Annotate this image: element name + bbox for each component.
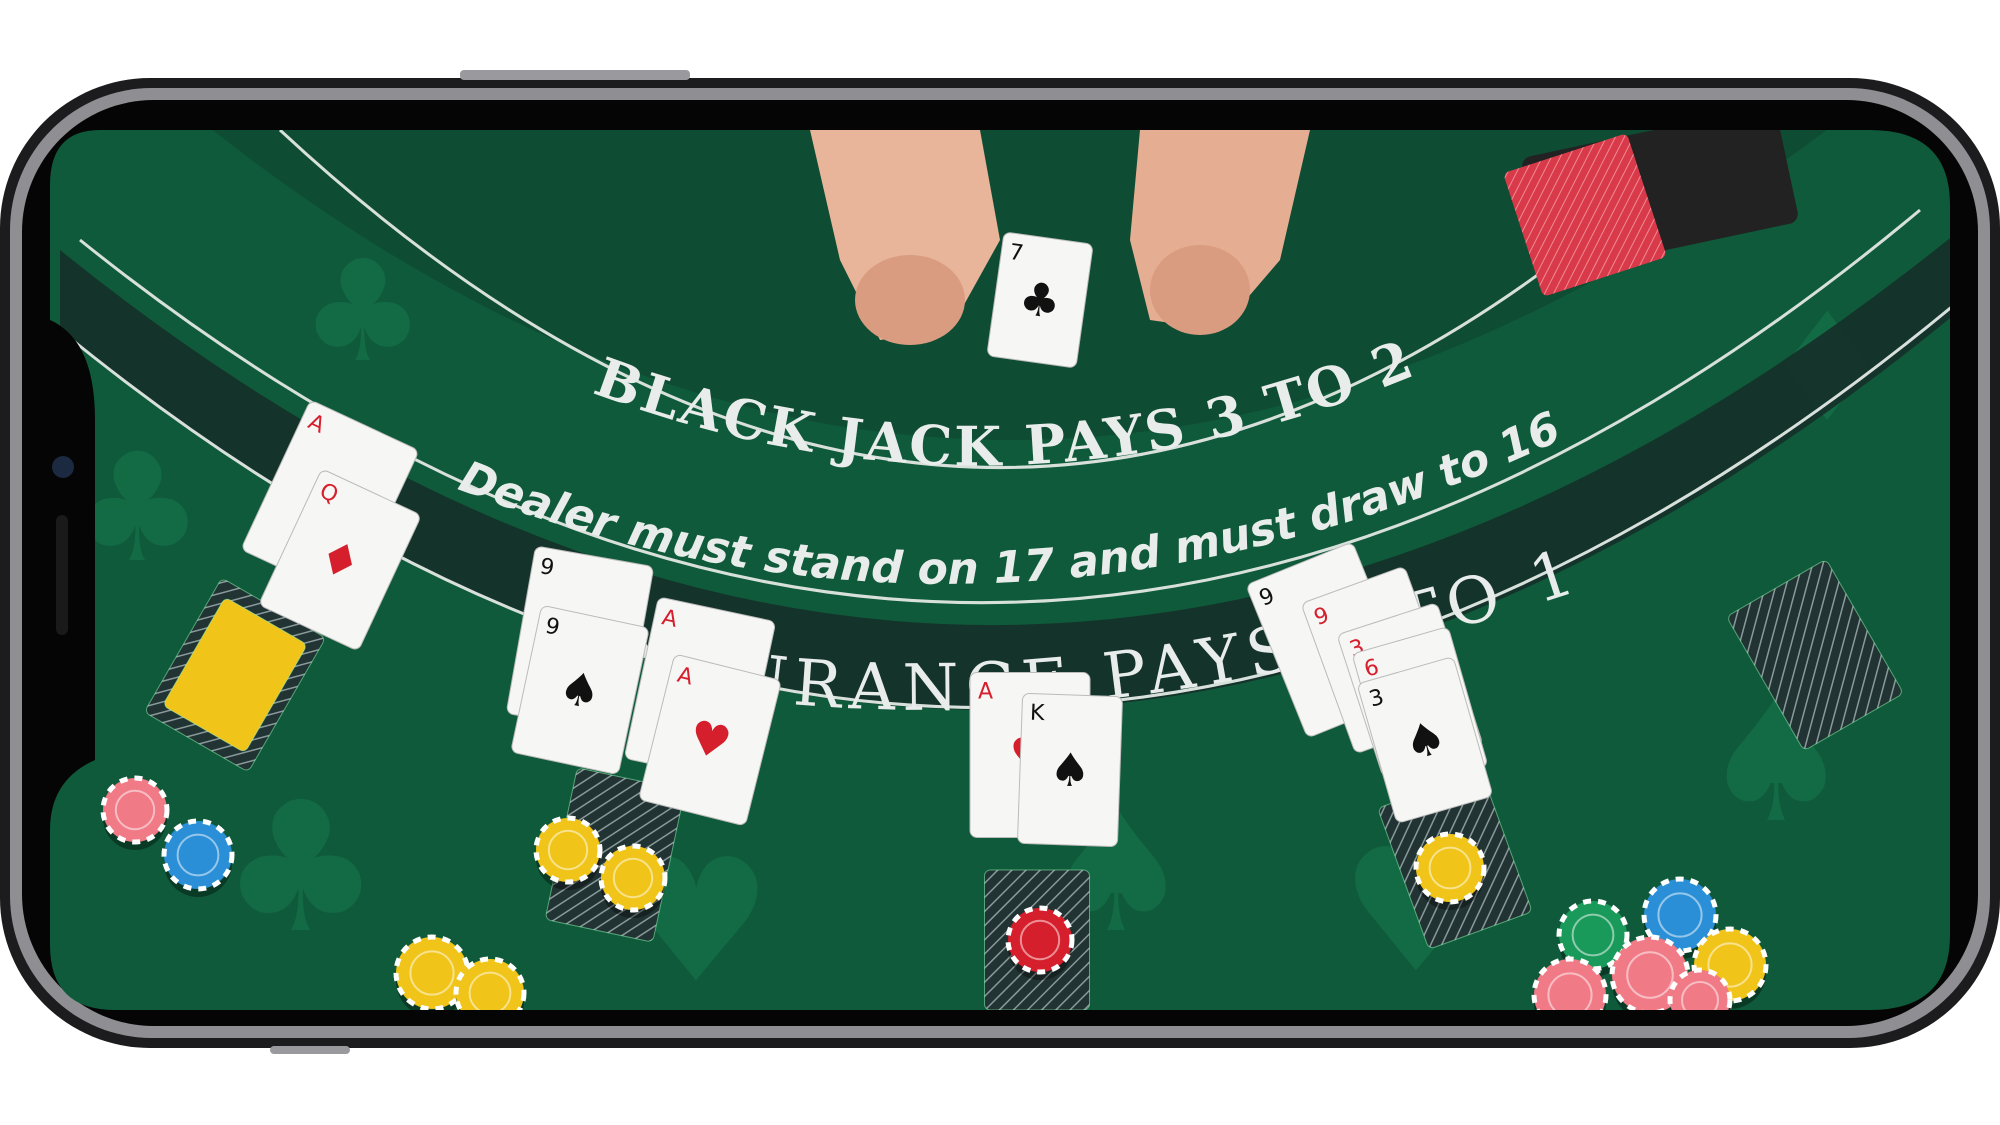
- front-camera-icon: [52, 456, 74, 478]
- card-rank: A: [978, 680, 993, 705]
- chip-blue: [161, 818, 235, 897]
- card-suit-icon: ♣: [1016, 270, 1064, 329]
- playing-card-dealer-hand-card: 7♣: [987, 232, 1093, 368]
- card-suit-icon: ♠: [1048, 742, 1091, 797]
- svg-text:♣: ♣: [220, 764, 381, 973]
- chip-pink: [100, 775, 170, 850]
- speaker-grille: [56, 515, 68, 635]
- playing-card-dealer-hole-card: K♠: [1017, 693, 1123, 847]
- card-rank: K: [1030, 701, 1046, 727]
- volume-button: [460, 70, 690, 80]
- chip-red: [1005, 905, 1075, 980]
- chip-yellow: [1413, 831, 1487, 910]
- side-button: [270, 1046, 350, 1054]
- phone-mockup: ♣ ♥ ♠ ♥ ♠ ♣ ♦ ♣ BLACK JACK PAYS 3 TO 2 D…: [0, 70, 2000, 1054]
- chip-yellow: [533, 815, 603, 890]
- chip-yellow: [598, 843, 668, 918]
